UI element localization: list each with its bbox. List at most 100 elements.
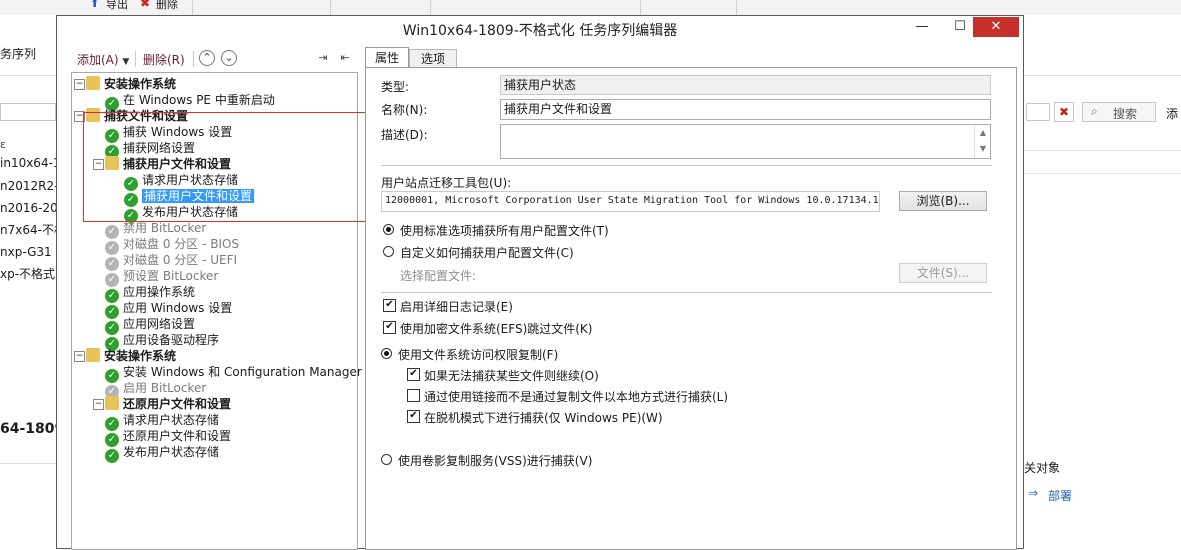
search-icon: ⌕ [1091,104,1098,118]
remove-button[interactable]: 删除(R) [143,51,185,68]
delete-button[interactable]: 删除 [156,0,178,12]
tree-item[interactable]: ✓ 启用 BitLocker [105,380,207,399]
custom-capture-label: 自定义如何捕获用户配置文件(C) [400,246,574,260]
description-scrollbar[interactable]: ▲ ▼ [974,125,991,158]
list-item[interactable]: xp-不格式 [0,265,55,283]
files-button[interactable]: 文件(S)... [899,263,987,283]
continue-on-error-checkbox[interactable]: ✔ [407,368,420,381]
tree-item-label: 应用 Windows 设置 [123,301,233,315]
background-search-input[interactable] [0,103,56,121]
move-down-icon[interactable]: ⌄ [221,50,237,66]
collapse-expander-icon[interactable]: − [93,399,104,410]
list-item[interactable]: n2012R2-_ [0,177,64,195]
move-up-icon[interactable]: ⌃ [199,50,215,66]
task-sequence-editor-dialog: Win10x64-1809-不格式化 任务序列编辑器 — ☐ ✕ 添加(A) ▼… [56,15,1024,550]
tree-item[interactable]: ✓ 应用操作系统 [105,284,196,303]
tree-item[interactable]: ✓ 应用设备驱动程序 [105,332,220,351]
tree-item[interactable]: ✓ 发布用户状态存储 [105,444,220,463]
list-item: 务序列 [0,47,37,61]
indent-icon[interactable]: ⇥ [315,50,331,66]
tree-item[interactable]: ✓ 在 Windows PE 中重新启动 [105,92,275,111]
description-field[interactable] [500,124,991,159]
filesystem-copy-radio[interactable] [381,348,392,359]
collapse-expander-icon[interactable]: − [74,351,85,362]
custom-capture-radio[interactable] [383,246,394,257]
hardlinks-label: 通过使用链接而不是通过复制文件以本地方式进行捕获(L) [424,390,729,404]
tree-item-label: 对磁盘 0 分区 - BIOS [123,237,240,251]
export-button[interactable]: 导出 [106,0,128,12]
tree-item-label: 应用网络设置 [123,317,196,331]
background-add-label[interactable]: 添 [1166,105,1178,122]
efs-skip-checkbox[interactable]: ✔ [383,321,396,334]
efs-skip-label: 使用加密文件系统(EFS)跳过文件(K) [400,322,593,336]
tree-item[interactable]: ✓ 对磁盘 0 分区 - BIOS [105,236,240,255]
tree-item[interactable]: ✓ 安装 Windows 和 Configuration Manager [105,364,362,383]
tab-properties[interactable]: 属性 [365,47,409,68]
tree-toolbar: 添加(A) ▼ 删除(R) ⌃ ⌄ ⇥ ⇤ [67,48,357,70]
background-toolbar: ⬆ 导出 ✖ 删除 [0,0,1181,16]
annotation-highlight-box [83,112,399,222]
vss-capture-label: 使用卷影复制服务(VSS)进行捕获(V) [398,454,593,468]
list-item[interactable]: nxp-G31 [0,243,52,261]
type-field: 捕获用户状态 [500,75,991,95]
close-button[interactable]: ✕ [973,17,1019,37]
offline-capture-checkbox[interactable]: ✔ [407,410,420,423]
background-search-field[interactable] [1026,103,1050,121]
tree-item-label: 启用 BitLocker [123,381,207,395]
tree-item-label: 还原用户文件和设置 [123,397,232,411]
folder-icon [86,348,100,362]
tree-item-label: 预设置 BitLocker [123,269,219,283]
clear-search-icon[interactable]: ✖ [1054,102,1074,122]
tree-item[interactable]: ✓ 禁用 BitLocker [105,220,206,239]
properties-panel: 类型: 捕获用户状态 名称(N): 捕获用户文件和设置 描述(D): ▲ ▼ 用户… [365,67,1017,550]
hardlinks-checkbox[interactable] [407,389,420,402]
tree-item-label: 发布用户状态存储 [123,445,220,459]
tree-item[interactable]: 安装操作系统 [86,76,176,92]
related-objects-label: 关对象 [1024,461,1061,475]
collapse-expander-icon[interactable]: − [74,79,85,90]
search-button[interactable]: ⌕ 搜索 [1082,102,1156,122]
usmt-label: 用户站点迁移工具包(U): [381,176,512,190]
background-left-pane: 务序列 ε in10x64-18 n2012R2-_ n2016-201 n7x… [0,15,70,549]
standard-options-label: 使用标准选项捕获所有用户配置文件(T) [400,224,609,238]
tree-item[interactable]: ✓ 还原用户文件和设置 [105,428,231,447]
deploy-link[interactable]: 部署 [1048,487,1072,504]
tree-item-label: 应用操作系统 [123,285,196,299]
delete-icon: ✖ [140,0,151,10]
tree-item[interactable]: ✓ 预设置 BitLocker [105,268,219,287]
outdent-icon[interactable]: ⇤ [337,50,353,66]
tree-item[interactable]: 还原用户文件和设置 [105,396,231,412]
tree-item-label: 安装 Windows 和 Configuration Manager [123,365,362,379]
offline-capture-label: 在脱机模式下进行捕获(仅 Windows PE)(W) [424,411,663,425]
tree-item-label: 请求用户状态存储 [123,413,220,427]
browse-button[interactable]: 浏览(B)... [899,191,987,211]
background-right-pane: ✖ ⌕ 搜索 添 关对象 ⇒ 部署 [1024,15,1181,549]
check-icon: ✓ [105,449,119,463]
tree-item-label: 在 Windows PE 中重新启动 [123,93,275,107]
verbose-logging-label: 启用详细日志记录(E) [400,300,513,314]
tree-item[interactable]: ✓ 对磁盘 0 分区 - UEFI [105,252,237,271]
continue-on-error-label: 如果无法捕获某些文件则继续(O) [424,369,599,383]
dialog-title: Win10x64-1809-不格式化 任务序列编辑器 [402,23,678,39]
tree-item-label: 应用设备驱动程序 [123,333,220,347]
standard-options-radio[interactable] [383,224,394,235]
title-bar[interactable]: Win10x64-1809-不格式化 任务序列编辑器 — ☐ ✕ [57,16,1023,46]
tab-options[interactable]: 选项 [409,49,457,68]
tree-item-label: 安装操作系统 [104,77,177,91]
tree-item[interactable]: ✓ 请求用户状态存储 [105,412,220,431]
vss-capture-radio[interactable] [381,454,392,465]
tree-item[interactable]: ✓ 应用网络设置 [105,316,196,335]
name-field[interactable]: 捕获用户文件和设置 [500,99,991,120]
minimize-button[interactable]: — [907,17,937,37]
tree-item[interactable]: ✓ 应用 Windows 设置 [105,300,233,319]
type-label: 类型: [381,80,410,94]
name-label: 名称(N): [381,103,428,117]
maximize-button[interactable]: ☐ [945,17,975,37]
export-icon: ⬆ [90,0,100,10]
verbose-logging-checkbox[interactable]: ✔ [383,299,396,312]
add-menu-button[interactable]: 添加(A) ▼ [77,51,129,68]
usmt-package-field: 12000001, Microsoft Corporation User Sta… [381,191,880,212]
description-label: 描述(D): [381,128,428,142]
dropdown-arrow-icon: ▼ [122,57,130,67]
tree-item[interactable]: 安装操作系统 [86,348,176,364]
